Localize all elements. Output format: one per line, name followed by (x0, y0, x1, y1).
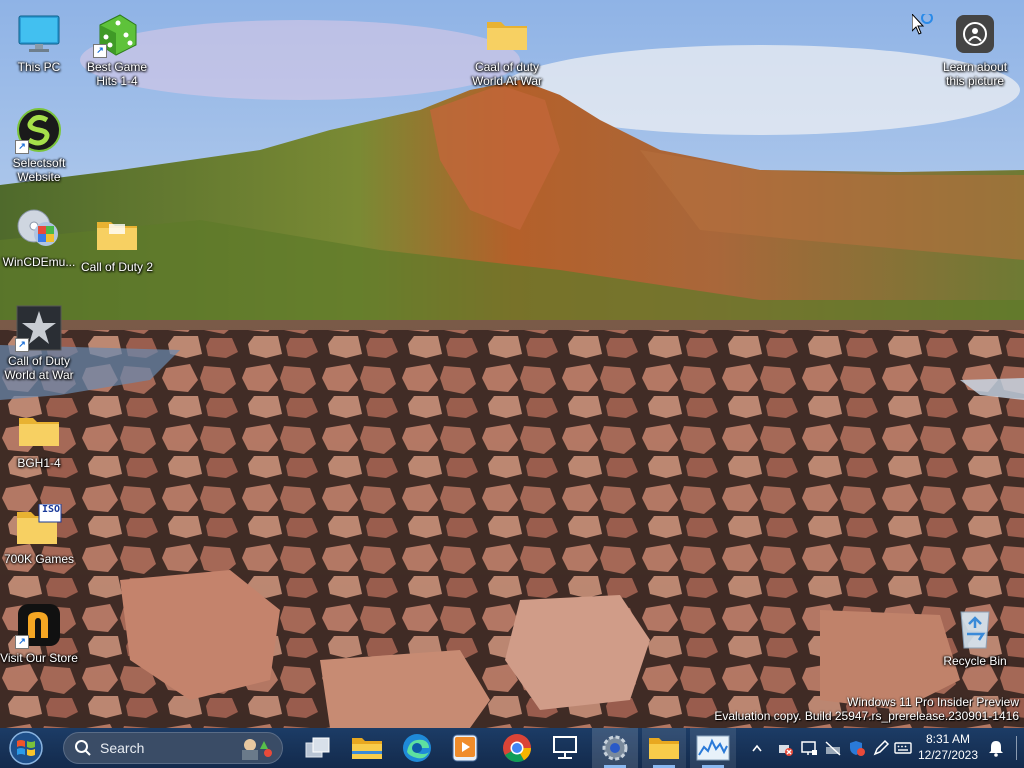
desktop-icon-caal-of-duty[interactable]: Caal of duty World At War (468, 10, 546, 88)
desktop-icon-label: Visit Our Store (0, 651, 78, 665)
clock-date: 12/27/2023 (917, 748, 979, 762)
tray-drive[interactable] (822, 728, 844, 768)
pen-icon (873, 739, 890, 756)
iso-folder-icon: ISO (15, 502, 63, 550)
store-logo-icon: ↗ (15, 601, 63, 649)
evaluation-watermark: Windows 11 Pro Insider Preview Evaluatio… (714, 695, 1019, 723)
recycle-bin-icon (951, 604, 999, 652)
shortcut-arrow-icon: ↗ (93, 44, 107, 58)
taskbar-search[interactable]: Search (63, 732, 283, 764)
shortcut-arrow-icon: ↗ (15, 140, 29, 154)
taskbar-chrome[interactable] (498, 728, 536, 768)
desktop-icon-best-game-hits[interactable]: ↗ Best Game Hits 1-4 (78, 10, 156, 88)
watermark-edition: Windows 11 Pro Insider Preview (847, 695, 1019, 709)
desktop-icon-selectsoft[interactable]: ↗ Selectsoft Website (0, 106, 78, 184)
folder-icon (483, 10, 531, 58)
chevron-up-icon (752, 744, 762, 752)
windows-orb-icon (9, 731, 43, 765)
desktop-icon-label: Selectsoft Website (12, 156, 66, 184)
task-view-icon (305, 737, 330, 758)
taskbar-clock[interactable]: 8:31 AM 12/27/2023 (910, 731, 986, 763)
camera-info-icon (951, 10, 999, 58)
desktop-icon-700k-games[interactable]: ISO 700K Games (0, 502, 78, 566)
media-player-icon (452, 734, 478, 762)
file-explorer-icon (352, 738, 382, 759)
star-emblem-icon: ↗ (15, 304, 63, 352)
desktop-icon-label: Call of Duty World at War (4, 354, 74, 382)
folder-icon (15, 406, 63, 454)
shortcut-arrow-icon: ↗ (15, 635, 29, 649)
shortcut-arrow-icon: ↗ (15, 338, 29, 352)
taskbar-remote-desktop[interactable] (546, 728, 584, 768)
desktop-icon-call-of-duty-2[interactable]: Call of Duty 2 (78, 210, 156, 274)
selectsoft-logo-icon: ↗ (15, 106, 63, 154)
tray-security[interactable] (846, 728, 868, 768)
chrome-icon (503, 734, 532, 763)
desktop-icon-label: WinCDEmu... (2, 255, 76, 269)
desktop-icon-label: Learn about this picture (942, 60, 1008, 88)
tray-network[interactable] (798, 728, 820, 768)
desktop-wallpaper (0, 0, 1024, 768)
network-icon (801, 741, 817, 755)
taskbar-settings[interactable] (592, 728, 638, 768)
monitor-icon (15, 10, 63, 58)
taskbar-task-view[interactable] (300, 728, 336, 768)
taskbar-edge[interactable] (398, 728, 436, 768)
desktop-icon-label: 700K Games (3, 552, 75, 566)
clock-time: 8:31 AM (925, 732, 971, 746)
taskbar-media-player[interactable] (446, 728, 484, 768)
search-icon (75, 740, 91, 756)
edge-icon (403, 734, 431, 762)
shield-icon (850, 741, 865, 756)
desktop-icon-label: Recycle Bin (943, 654, 1007, 668)
remote-desktop-icon (553, 736, 577, 759)
usb-device-icon (779, 745, 793, 756)
folder-icon (649, 738, 679, 759)
desktop-icon-visit-our-store[interactable]: ↗ Visit Our Store (0, 601, 78, 665)
search-label: Search (100, 740, 145, 756)
desktop-icon-learn-about-picture[interactable]: Learn about this picture (936, 10, 1014, 88)
settings-icon (602, 735, 628, 761)
watermark-build: Evaluation copy. Build 25947.rs_prerelea… (714, 709, 1019, 723)
tray-pen[interactable] (870, 728, 892, 768)
desktop-icon-wincdemu[interactable]: WinCDEmu... (0, 205, 78, 269)
tray-usb[interactable] (774, 728, 796, 768)
desktop-icon-label: This PC (17, 60, 61, 74)
desktop-icon-call-of-duty-waw[interactable]: ↗ Call of Duty World at War (0, 304, 78, 382)
show-desktop-button[interactable] (1010, 728, 1022, 768)
tray-overflow-chevron[interactable] (748, 728, 766, 768)
desktop-icon-label: Best Game Hits 1-4 (86, 60, 148, 88)
taskbar-resource-monitor[interactable] (690, 728, 736, 768)
tray-notifications[interactable] (986, 728, 1006, 768)
disc-icon (15, 205, 63, 253)
taskbar-folder[interactable] (642, 728, 686, 768)
desktop-icon-recycle-bin[interactable]: Recycle Bin (936, 604, 1014, 668)
bell-icon (989, 741, 1003, 757)
desktop-icon-label: Call of Duty 2 (80, 260, 154, 274)
resource-monitor-icon (696, 735, 730, 761)
taskbar-file-explorer[interactable] (348, 728, 386, 768)
iso-badge: ISO (41, 504, 61, 515)
desktop-icon-label: BGH1-4 (17, 456, 61, 470)
folder-icon (93, 210, 141, 258)
desktop-icon-label: Caal of duty World At War (471, 60, 542, 88)
show-desktop-divider (1015, 736, 1017, 760)
desktop-icon-this-pc[interactable]: This PC (0, 10, 78, 74)
dice-icon: ↗ (93, 10, 141, 58)
start-button[interactable] (4, 728, 48, 768)
search-highlight-icon (242, 739, 272, 760)
desktop-icon-bgh[interactable]: BGH1-4 (0, 406, 78, 470)
drive-icon (825, 741, 841, 756)
mouse-cursor-icon (911, 12, 938, 43)
